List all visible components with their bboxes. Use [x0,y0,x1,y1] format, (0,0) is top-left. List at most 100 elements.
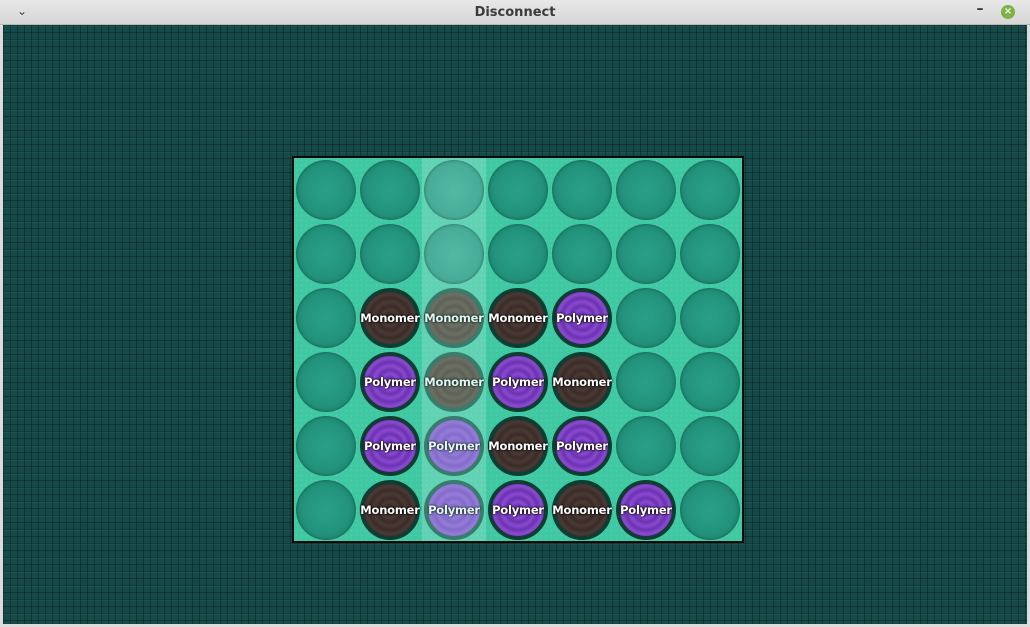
piece-label: Monomer [552,375,612,389]
piece-label: Polymer [620,503,672,517]
monomer-piece: Monomer [424,352,484,412]
piece-label: Polymer [556,311,608,325]
board-cell[interactable]: Polymer [486,350,550,414]
board-cell[interactable] [678,158,742,222]
board-cell[interactable]: Monomer [486,414,550,478]
board-cell[interactable] [678,286,742,350]
board-cell[interactable] [294,350,358,414]
board-cell[interactable] [294,478,358,542]
empty-slot [488,160,548,220]
board-cell[interactable] [678,222,742,286]
empty-slot [616,416,676,476]
board-cell[interactable]: Monomer [486,286,550,350]
empty-slot [360,160,420,220]
board-cell[interactable] [678,350,742,414]
empty-slot [424,160,484,220]
piece-label: Polymer [364,439,416,453]
monomer-piece: Monomer [360,288,420,348]
polymer-piece: Polymer [488,352,548,412]
empty-slot [680,160,740,220]
window-title: Disconnect [474,5,556,20]
piece-label: Polymer [364,375,416,389]
board-cell[interactable]: Polymer [422,478,486,542]
board-cell[interactable] [358,222,422,286]
polymer-piece: Polymer [616,480,676,540]
piece-label: Polymer [556,439,608,453]
empty-slot [424,224,484,284]
board-cell[interactable] [294,286,358,350]
board-cell[interactable]: Monomer [358,478,422,542]
board-cell[interactable] [294,158,358,222]
board-cell[interactable] [614,158,678,222]
board-cell[interactable] [678,414,742,478]
monomer-piece: Monomer [552,480,612,540]
board-cell[interactable] [614,222,678,286]
polymer-piece: Polymer [360,416,420,476]
polymer-piece: Polymer [552,288,612,348]
game-area: Monomer Monomer Monomer Polymer Polymer Monom… [3,25,1027,624]
board-cell[interactable]: Monomer [358,286,422,350]
empty-slot [552,224,612,284]
piece-label: Polymer [428,503,480,517]
empty-slot [616,160,676,220]
board-cell[interactable] [358,158,422,222]
board-cell[interactable] [614,286,678,350]
board-cell[interactable]: Polymer [550,286,614,350]
board-cell[interactable]: Polymer [358,350,422,414]
monomer-piece: Monomer [424,288,484,348]
empty-slot [616,288,676,348]
piece-label: Polymer [492,503,544,517]
empty-slot [680,224,740,284]
board-cell[interactable] [550,158,614,222]
board-cell[interactable] [614,350,678,414]
board-cell[interactable]: Polymer [614,478,678,542]
close-icon[interactable]: × [1001,5,1015,19]
monomer-piece: Monomer [488,288,548,348]
empty-slot [360,224,420,284]
polymer-piece: Polymer [424,416,484,476]
board-cell[interactable] [486,222,550,286]
board-cell[interactable] [422,222,486,286]
piece-label: Monomer [424,375,484,389]
empty-slot [616,224,676,284]
board-cell[interactable]: Polymer [486,478,550,542]
monomer-piece: Monomer [552,352,612,412]
piece-label: Monomer [360,503,420,517]
polymer-piece: Polymer [360,352,420,412]
board-cell[interactable] [550,222,614,286]
title-bar: ⌄ Disconnect – × [0,0,1030,25]
minimize-icon[interactable]: – [972,2,988,18]
board-cell[interactable] [422,158,486,222]
board-cell[interactable] [486,158,550,222]
empty-slot [296,288,356,348]
empty-slot [680,352,740,412]
empty-slot [680,288,740,348]
empty-slot [616,352,676,412]
empty-slot [680,480,740,540]
game-board[interactable]: Monomer Monomer Monomer Polymer Polymer Monom… [292,156,744,543]
board-cell[interactable]: Monomer [550,350,614,414]
empty-slot [680,416,740,476]
empty-slot [296,416,356,476]
piece-label: Monomer [424,311,484,325]
board-cell[interactable] [294,222,358,286]
monomer-piece: Monomer [360,480,420,540]
piece-label: Polymer [492,375,544,389]
piece-label: Polymer [428,439,480,453]
board-cell[interactable]: Polymer [550,414,614,478]
board-cell[interactable] [294,414,358,478]
empty-slot [296,480,356,540]
board-cell[interactable]: Monomer [422,350,486,414]
polymer-piece: Polymer [552,416,612,476]
board-cell[interactable]: Monomer [550,478,614,542]
board-cell[interactable] [678,478,742,542]
piece-label: Monomer [488,311,548,325]
empty-slot [296,224,356,284]
board-cell[interactable]: Polymer [358,414,422,478]
empty-slot [296,160,356,220]
piece-label: Monomer [552,503,612,517]
board-cell[interactable]: Monomer [422,286,486,350]
piece-label: Monomer [488,439,548,453]
board-cell[interactable] [614,414,678,478]
board-cell[interactable]: Polymer [422,414,486,478]
